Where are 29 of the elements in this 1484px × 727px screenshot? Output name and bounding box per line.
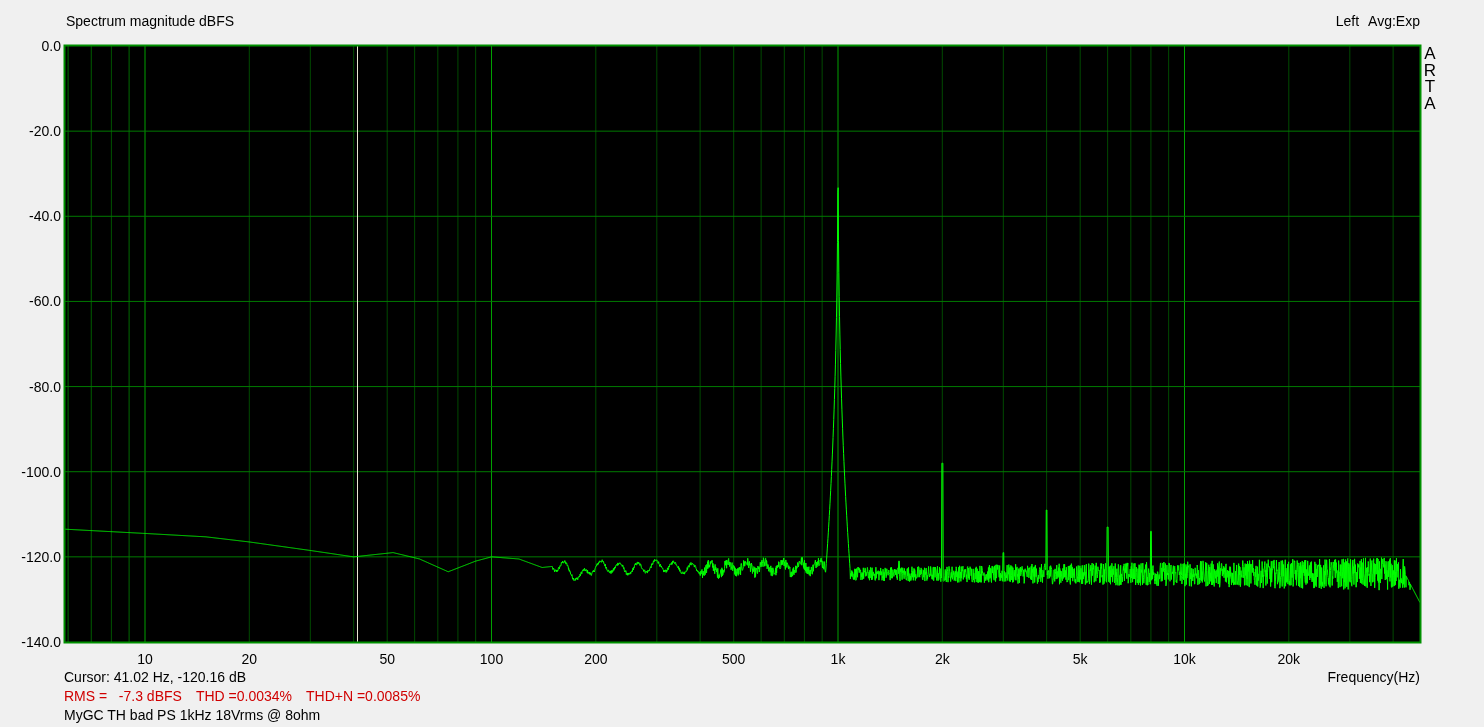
y-tick-label: -140.0 bbox=[21, 634, 61, 650]
y-tick-label: -40.0 bbox=[29, 208, 61, 225]
chart-title: Spectrum magnitude dBFS bbox=[66, 13, 235, 30]
x-tick-label: 5k bbox=[1072, 651, 1088, 667]
measurement-readout: THD =0.0034% bbox=[195, 688, 292, 705]
x-tick-label: 200 bbox=[584, 651, 608, 667]
axis-label: Frequency(Hz) bbox=[1327, 669, 1420, 686]
x-tick-label: 10 bbox=[137, 651, 153, 667]
x-tick-label: 100 bbox=[479, 651, 504, 667]
y-tick-label: -20.0 bbox=[29, 123, 61, 140]
measurement-name: MyGC TH bad PS 1kHz 18Vrms @ 8ohm bbox=[64, 707, 321, 724]
averaging-label: Avg:Exp bbox=[1368, 13, 1420, 30]
y-tick-label: 0.0 bbox=[41, 38, 61, 54]
x-tick-label: 10k bbox=[1173, 651, 1196, 667]
y-tick-label: -80.0 bbox=[29, 378, 61, 395]
x-tick-label: 20k bbox=[1277, 651, 1301, 667]
y-tick-label: -120.0 bbox=[21, 548, 61, 565]
cursor-readout: Cursor: 41.02 Hz, -120.16 dB bbox=[64, 669, 247, 686]
x-tick-label: 20 bbox=[241, 651, 258, 667]
x-tick-label: 1k bbox=[830, 651, 846, 667]
y-tick-label: -60.0 bbox=[29, 293, 61, 310]
y-tick-label: -100.0 bbox=[21, 463, 61, 480]
x-tick-label: 50 bbox=[379, 651, 395, 667]
logo-text: ARTA bbox=[1423, 44, 1437, 113]
measurement-readout: THD+N =0.0085% bbox=[306, 688, 421, 705]
measurement-readout: RMS = -7.3 dBFS bbox=[64, 688, 182, 705]
channel-label: Left bbox=[1335, 13, 1360, 30]
x-tick-label: 500 bbox=[722, 651, 746, 667]
x-tick-label: 2k bbox=[934, 651, 950, 667]
